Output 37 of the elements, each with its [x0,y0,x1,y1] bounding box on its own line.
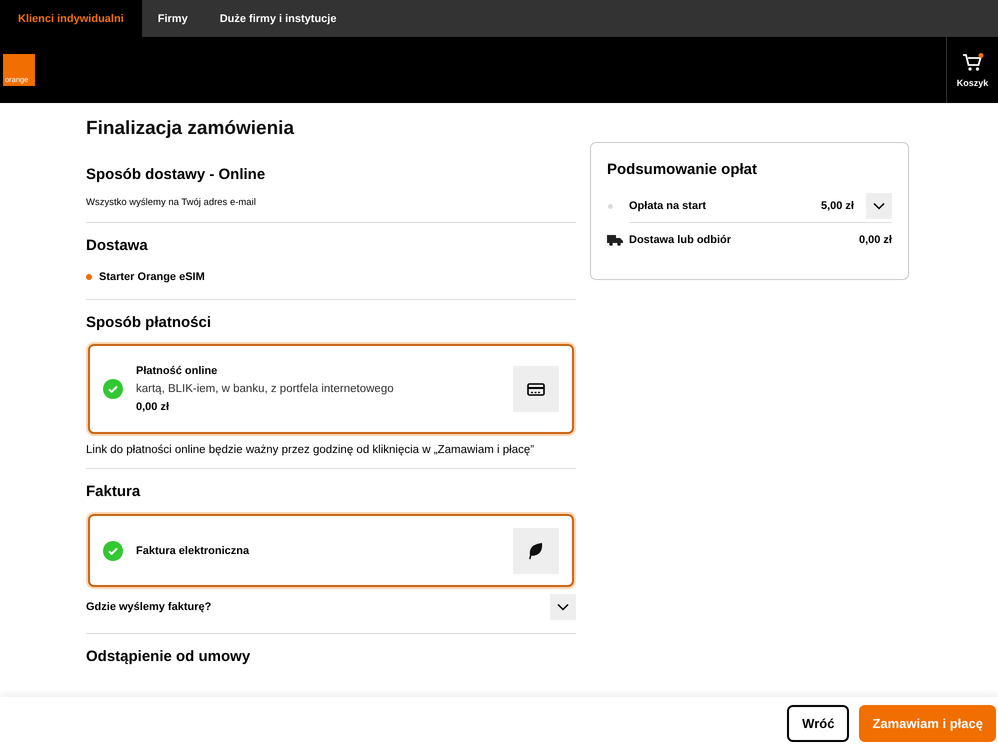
option-title: Faktura elektroniczna [136,544,250,556]
section-heading: Sposób płatności [86,314,212,331]
summary-title: Podsumowanie opłat [607,161,758,178]
payment-option[interactable]: Płatność online kartą, BLIK-iem, w banku, z portfela internetowego 0,00 zł [88,344,574,434]
truck-icon [607,234,623,246]
section-heading: Sposób dostawy - Online [86,166,266,183]
card-icon [527,382,545,396]
bullet-icon [86,274,92,280]
fee-label: Dostawa lub odbiór [629,234,732,246]
option-title: Płatność online [136,365,218,377]
chevron-down-icon [873,202,885,210]
invoice-option[interactable]: Faktura elektroniczna [88,514,574,587]
option-description: kartą, BLIK-iem, w banku, z portfela internetowego [136,383,395,395]
segment-tab[interactable]: Duże firmy i instytucje [204,0,352,37]
expand-button[interactable] [550,594,576,620]
product-name: Starter Orange eSIM [99,271,205,283]
check-icon [103,540,123,560]
payment-note: Link do płatności online będzie ważny przez godzinę od kliknięcia w „Zamawiam i płacę” [86,444,536,456]
section-heading: Faktura [86,483,142,500]
section-heading: Odstąpienie od umowy [86,648,252,665]
cart-icon [962,52,984,72]
segment-tab[interactable]: Firmy [142,0,204,37]
expand-button[interactable] [866,193,892,219]
page-title: Finalizacja zamówienia [86,118,296,140]
back-button[interactable]: Wróć [787,705,850,742]
timeline-dot [608,204,613,209]
fee-amount: 0,00 zł [858,234,892,246]
expander-label: Gdzie wyślemy fakturę? [86,601,212,613]
option-price: 0,00 zł [136,401,170,413]
fee-label: Opłata na start [629,200,708,212]
leaf-icon [528,542,544,560]
segment-tab[interactable]: Klienci indywidualni [0,0,142,37]
check-icon [103,379,123,399]
chevron-down-icon [557,603,569,611]
fee-amount: 5,00 zł [820,200,854,212]
section-heading: Dostawa [86,237,149,254]
delivery-info: Wszystko wyślemy na Twój adres e-mail [86,197,257,208]
